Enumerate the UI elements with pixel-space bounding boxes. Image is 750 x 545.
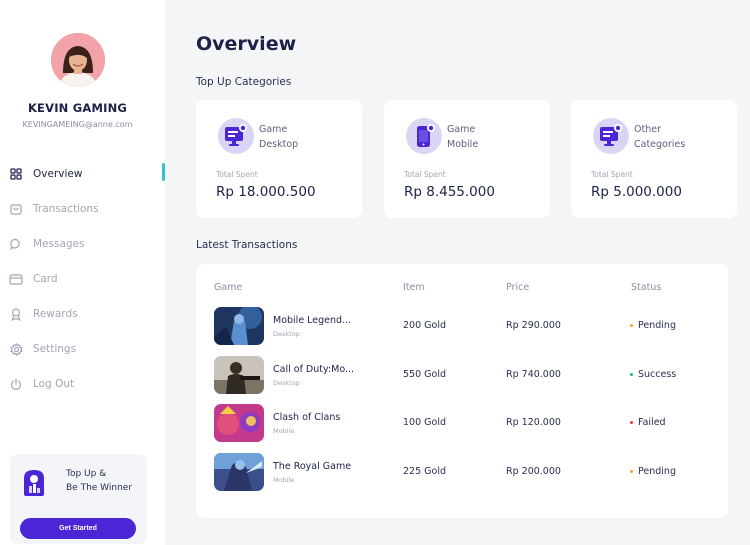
sidebar-item-label: Rewards [33, 308, 78, 320]
category-name-line-1: Other [634, 124, 661, 135]
total-spent-label: Total Spent [404, 170, 446, 179]
status-dot [630, 470, 633, 473]
game-thumbnail [214, 307, 264, 345]
game-platform: Mobile [273, 427, 295, 435]
game-thumbnail [214, 404, 264, 442]
sidebar-item-card[interactable]: Card [8, 268, 158, 290]
price-cell: Rp 200.000 [506, 466, 561, 477]
wallet-icon [8, 201, 24, 217]
game-platform: Desktop [273, 379, 300, 387]
transactions-table: Game Item Price Status Mobile Legend... … [196, 264, 728, 518]
gear-icon [8, 341, 24, 357]
game-name: Clash of Clans [273, 412, 341, 423]
sidebar-item-label: Card [33, 273, 58, 285]
total-spent-label: Total Spent [216, 170, 258, 179]
get-started-button[interactable]: Get Started [20, 518, 136, 539]
sidebar-item-log-out[interactable]: Log Out [8, 373, 158, 395]
card-icon [8, 271, 24, 287]
game-thumbnail [214, 453, 264, 491]
promo-card: Top Up & Be The Winner Get Started [10, 454, 147, 544]
sidebar-item-settings[interactable]: Settings [8, 338, 158, 360]
status-dot [630, 324, 633, 327]
category-name: Other Categories [634, 122, 724, 152]
game-name: Call of Duty:Mo... [273, 364, 355, 375]
column-header-item: Item [403, 282, 425, 293]
promo-line-2: Be The Winner [66, 483, 133, 493]
category-name-line-2: Mobile [447, 139, 479, 150]
table-row[interactable]: Mobile Legend... Desktop 200 Gold Rp 290… [196, 307, 728, 349]
status-label: Pending [638, 466, 676, 477]
sidebar-item-label: Overview [33, 168, 83, 180]
category-name-line-1: Game [259, 124, 288, 135]
sidebar-item-label: Transactions [33, 203, 99, 215]
table-row[interactable]: Call of Duty:Mo... Desktop 550 Gold Rp 7… [196, 356, 728, 398]
chat-icon [8, 236, 24, 252]
status-badge: Failed [630, 417, 666, 428]
sidebar-item-messages[interactable]: Messages [8, 233, 158, 255]
power-icon [8, 376, 24, 392]
price-cell: Rp 120.000 [506, 417, 561, 428]
profile-email: KEVINGAMEING@anne.com [22, 120, 133, 129]
total-spent-value: Rp 5.000.000 [591, 184, 682, 200]
game-platform: Mobile [273, 476, 295, 484]
game-platform: Desktop [273, 330, 300, 338]
category-name: Game Desktop [259, 122, 349, 152]
table-row[interactable]: Clash of Clans Mobile 100 Gold Rp 120.00… [196, 404, 728, 446]
categories-title: Top Up Categories [196, 76, 292, 88]
game-name: Mobile Legend... [273, 315, 352, 326]
category-name-line-2: Categories [634, 139, 686, 150]
trophy-icon [21, 468, 47, 498]
category-card-game-mobile[interactable]: Game Mobile Total Spent Rp 8.455.000 [384, 100, 550, 218]
status-badge: Pending [630, 320, 676, 331]
column-header-price: Price [506, 282, 530, 293]
column-header-game: Game [214, 282, 243, 293]
sidebar: KEVIN GAMING KEVINGAMEING@anne.com Overv… [0, 0, 165, 545]
price-cell: Rp 290.000 [506, 320, 561, 331]
profile-name: KEVIN GAMING [27, 101, 128, 115]
medal-icon [8, 306, 24, 322]
item-cell: 225 Gold [403, 466, 446, 477]
item-cell: 550 Gold [403, 369, 446, 380]
column-header-status: Status [631, 282, 662, 293]
status-label: Failed [638, 417, 666, 428]
category-name: Game Mobile [447, 122, 537, 152]
grid-icon [8, 166, 24, 182]
total-spent-value: Rp 8.455.000 [404, 184, 495, 200]
sidebar-item-overview[interactable]: Overview [8, 163, 158, 185]
sidebar-item-rewards[interactable]: Rewards [8, 303, 158, 325]
category-card-game-desktop[interactable]: Game Desktop Total Spent Rp 18.000.500 [196, 100, 362, 218]
status-dot [630, 373, 633, 376]
mobile-icon [406, 118, 442, 154]
desktop-icon [218, 118, 254, 154]
sidebar-item-transactions[interactable]: Transactions [8, 198, 158, 220]
status-dot [630, 421, 633, 424]
avatar[interactable] [51, 33, 105, 87]
table-row[interactable]: The Royal Game Mobile 225 Gold Rp 200.00… [196, 453, 728, 495]
page-title: Overview [196, 33, 297, 55]
category-card-other[interactable]: Other Categories Total Spent Rp 5.000.00… [571, 100, 737, 218]
status-label: Pending [638, 320, 676, 331]
category-name-line-1: Game [447, 124, 476, 135]
promo-line-1: Top Up & [66, 469, 107, 479]
status-badge: Success [630, 369, 676, 380]
sidebar-item-label: Messages [33, 238, 85, 250]
transactions-title: Latest Transactions [196, 239, 298, 251]
other-category-icon [593, 118, 629, 154]
status-badge: Pending [630, 466, 676, 477]
item-cell: 100 Gold [403, 417, 446, 428]
total-spent-value: Rp 18.000.500 [216, 184, 316, 200]
item-cell: 200 Gold [403, 320, 446, 331]
promo-text: Top Up & Be The Winner [66, 467, 132, 495]
price-cell: Rp 740.000 [506, 369, 561, 380]
category-name-line-2: Desktop [259, 139, 299, 150]
sidebar-item-label: Log Out [33, 378, 75, 390]
game-name: The Royal Game [273, 461, 352, 472]
sidebar-item-label: Settings [33, 343, 77, 355]
total-spent-label: Total Spent [591, 170, 633, 179]
active-indicator [162, 163, 165, 181]
game-thumbnail [214, 356, 264, 394]
status-label: Success [638, 369, 677, 380]
